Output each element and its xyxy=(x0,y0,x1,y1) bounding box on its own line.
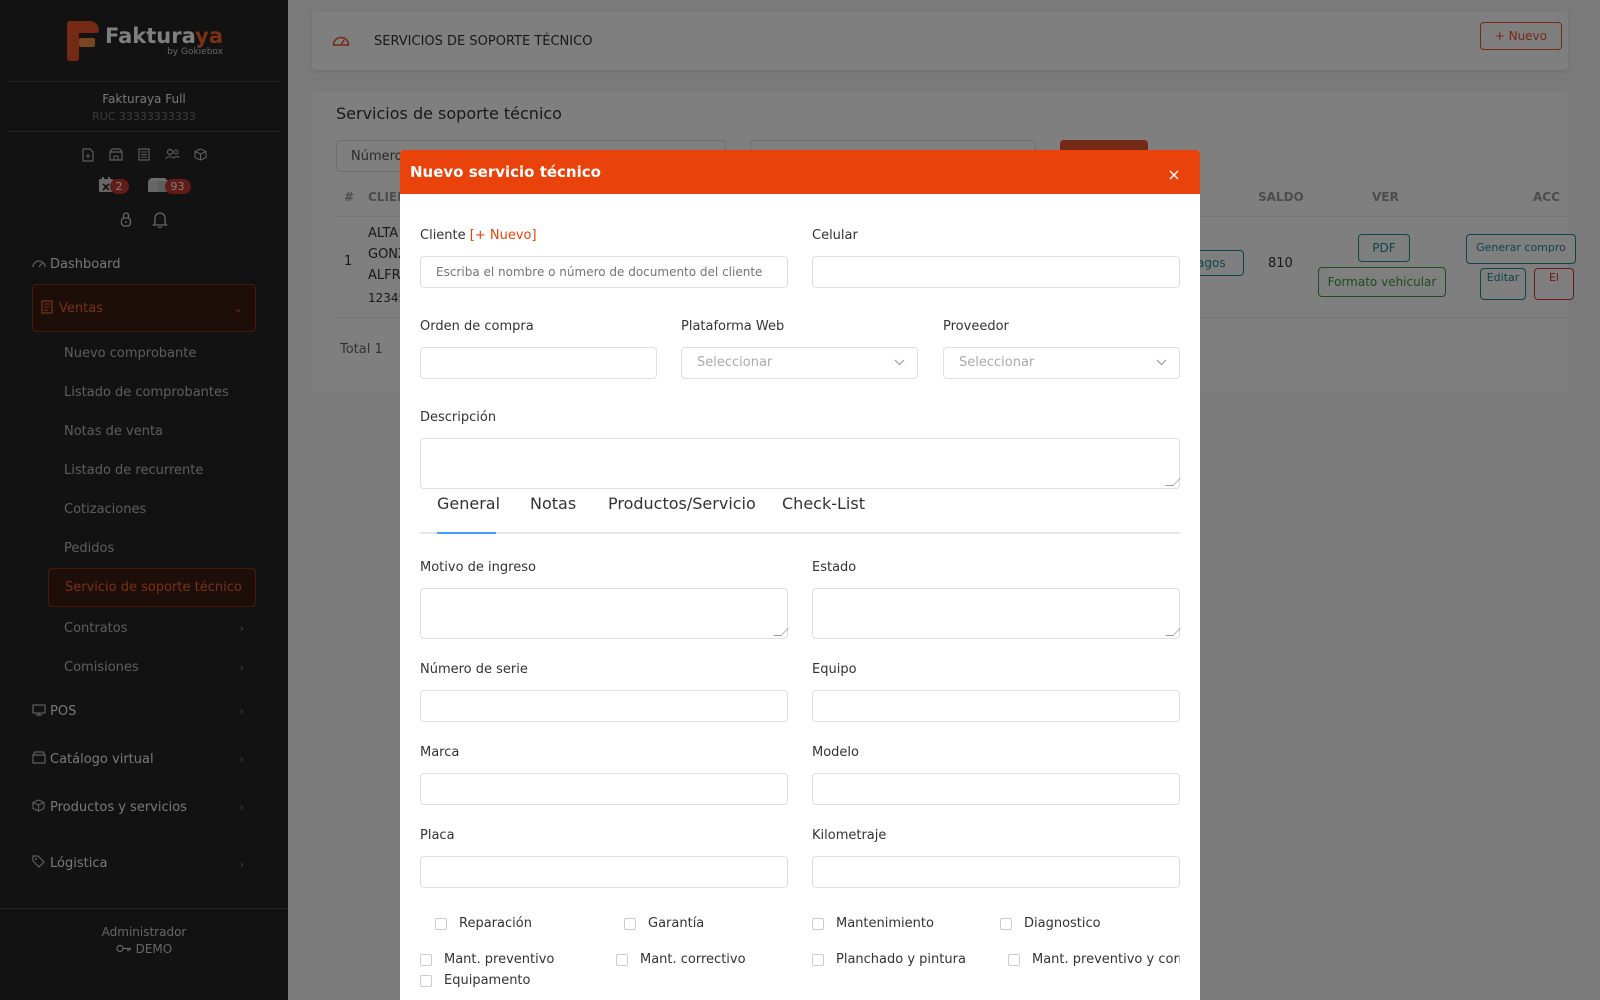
checkbox-box[interactable] xyxy=(420,953,432,966)
chevron-down-icon xyxy=(894,348,905,378)
resize-grip-icon[interactable] xyxy=(773,628,789,636)
brand-input[interactable] xyxy=(420,773,788,805)
equipment-input[interactable] xyxy=(812,690,1180,722)
checkbox-label: Equipamento xyxy=(444,973,531,988)
checkbox-box[interactable] xyxy=(812,917,824,930)
checkbox-box[interactable] xyxy=(420,974,432,987)
supplier-label: Proveedor xyxy=(943,319,1009,334)
close-icon[interactable] xyxy=(1168,168,1180,184)
checkbox-label: Mantenimiento xyxy=(836,916,934,931)
resize-grip-icon[interactable] xyxy=(1165,628,1181,636)
plate-input[interactable] xyxy=(420,856,788,888)
phone-label: Celular xyxy=(812,228,858,243)
modal-header: Nuevo servicio técnico xyxy=(400,150,1200,194)
status-label: Estado xyxy=(812,560,857,575)
new-service-modal: Nuevo servicio técnico Cliente [+ Nuevo]… xyxy=(400,150,1200,1000)
plate-label: Placa xyxy=(420,828,455,843)
checkbox-label: Mant. preventivo y corre xyxy=(1032,952,1180,967)
reason-textarea[interactable] xyxy=(420,588,789,639)
checkbox-mant-prev-corr[interactable]: Mant. preventivo y corre xyxy=(1008,952,1180,967)
checkbox-box[interactable] xyxy=(1008,953,1020,966)
mileage-label: Kilometraje xyxy=(812,828,887,843)
modal-title: Nuevo servicio técnico xyxy=(410,163,601,181)
checkbox-mant-correctivo[interactable]: Mant. correctivo xyxy=(616,952,746,967)
reason-label: Motivo de ingreso xyxy=(420,560,536,575)
purchase-order-input[interactable] xyxy=(420,347,657,379)
checkbox-diagnostico[interactable]: Diagnostico xyxy=(1000,916,1101,931)
web-platform-label: Plataforma Web xyxy=(681,319,785,334)
brand-label: Marca xyxy=(420,745,460,760)
checkbox-box[interactable] xyxy=(624,917,636,930)
description-textarea[interactable] xyxy=(420,438,1181,489)
checkbox-mantenimiento[interactable]: Mantenimiento xyxy=(812,916,934,931)
phone-input[interactable] xyxy=(812,256,1180,288)
checkbox-label: Mant. preventivo xyxy=(444,952,555,967)
equipment-label: Equipo xyxy=(812,662,857,677)
checkbox-box[interactable] xyxy=(812,953,824,966)
tab-notas[interactable]: Notas xyxy=(530,494,576,534)
resize-grip-icon[interactable] xyxy=(1165,478,1181,486)
checkbox-label: Garantía xyxy=(648,916,705,931)
checkbox-mant-preventivo[interactable]: Mant. preventivo xyxy=(420,952,554,967)
client-label-text: Cliente xyxy=(420,228,466,243)
client-search-input[interactable] xyxy=(420,256,788,288)
checkbox-reparacion[interactable]: Reparación xyxy=(435,916,532,931)
checkbox-garantia[interactable]: Garantía xyxy=(624,916,704,931)
new-client-link[interactable]: [+ Nuevo] xyxy=(470,228,537,243)
modal-body: Cliente [+ Nuevo] Celular Orden de compr… xyxy=(400,194,1200,1000)
checkbox-label: Diagnostico xyxy=(1024,916,1101,931)
description-label: Descripción xyxy=(420,410,497,425)
checkbox-box[interactable] xyxy=(1000,917,1012,930)
status-textarea[interactable] xyxy=(812,588,1181,639)
checkbox-label: Reparación xyxy=(459,916,532,931)
checkbox-equipamento[interactable]: Equipamento xyxy=(420,973,531,988)
tab-general[interactable]: General xyxy=(437,494,500,534)
web-platform-select[interactable]: Seleccionar xyxy=(681,347,918,379)
serial-number-input[interactable] xyxy=(420,690,788,722)
checkbox-box[interactable] xyxy=(616,953,628,966)
model-label: Modelo xyxy=(812,745,859,760)
tab-productos[interactable]: Productos/Servicio xyxy=(608,494,756,534)
web-platform-placeholder: Seleccionar xyxy=(697,355,773,370)
supplier-placeholder: Seleccionar xyxy=(959,355,1035,370)
checkbox-planchado[interactable]: Planchado y pintura xyxy=(812,952,966,967)
serial-number-label: Número de serie xyxy=(420,662,528,677)
supplier-select[interactable]: Seleccionar xyxy=(943,347,1180,379)
checkbox-label: Planchado y pintura xyxy=(836,952,966,967)
purchase-order-label: Orden de compra xyxy=(420,319,534,334)
checkbox-label: Mant. correctivo xyxy=(640,952,746,967)
modal-tabs: General Notas Productos/Servicio Check-L… xyxy=(420,494,1180,534)
checkbox-box[interactable] xyxy=(435,917,447,930)
tab-checklist[interactable]: Check-List xyxy=(782,494,865,534)
mileage-input[interactable] xyxy=(812,856,1180,888)
client-label: Cliente [+ Nuevo] xyxy=(420,228,537,243)
chevron-down-icon xyxy=(1156,348,1167,378)
model-input[interactable] xyxy=(812,773,1180,805)
